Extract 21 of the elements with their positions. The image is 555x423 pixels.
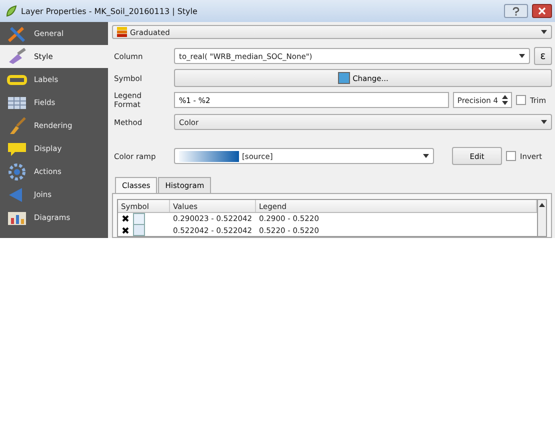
caret-icon [423, 154, 429, 158]
invert-checkbox[interactable] [506, 151, 516, 161]
caret-icon [541, 120, 547, 124]
trim-checkbox[interactable] [516, 95, 526, 105]
expression-button[interactable]: ε [534, 47, 552, 65]
caret-icon [541, 30, 547, 34]
close-button[interactable] [532, 4, 552, 18]
scrollbar[interactable] [537, 199, 547, 237]
tools-icon [6, 24, 28, 42]
help-button[interactable] [504, 4, 528, 18]
spin-arrows-icon [502, 95, 508, 105]
gradient-swatch [179, 150, 239, 162]
close-icon [538, 7, 546, 15]
window-title: Layer Properties - MK_Soil_20160113 | Style [21, 6, 198, 16]
color-swatch [338, 72, 350, 84]
gear-icon [6, 162, 28, 180]
leaf-icon [5, 5, 17, 17]
caret-icon [519, 54, 525, 58]
up-arrow-icon [539, 203, 545, 207]
graduated-icon [117, 27, 127, 37]
help-icon [512, 6, 520, 16]
